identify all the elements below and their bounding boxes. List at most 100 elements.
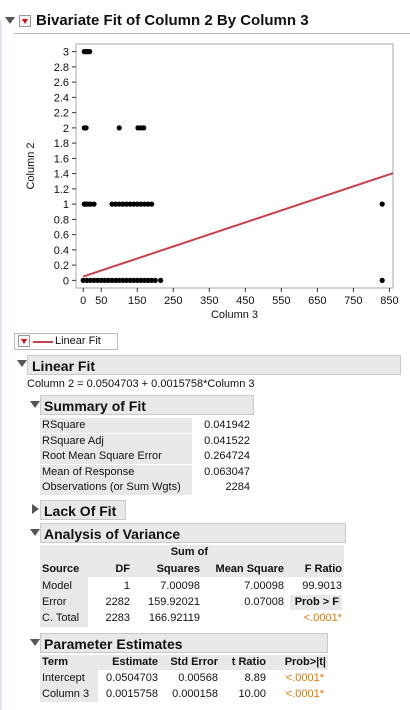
param-t-ratio: 10.00 bbox=[238, 688, 266, 700]
collapse-triangle-icon[interactable] bbox=[5, 17, 15, 24]
x-tick-label: 650 bbox=[308, 295, 326, 307]
y-tick-label: 0.8 bbox=[54, 214, 69, 226]
param-estimate: 0.0015758 bbox=[106, 688, 158, 700]
x-tick-label: 250 bbox=[164, 295, 182, 307]
y-tick-label: 3 bbox=[63, 47, 69, 59]
anova-table: Sum of Source DF Squares Mean Square F Ratio M… bbox=[40, 545, 346, 629]
anova-source: C. Total bbox=[42, 612, 80, 624]
lack-of-fit-expand-icon[interactable] bbox=[32, 504, 39, 514]
param-estimate: 0.0504703 bbox=[106, 672, 158, 684]
data-point bbox=[152, 277, 158, 283]
anova-f: 99.9013 bbox=[302, 580, 342, 592]
anova-df: 2283 bbox=[105, 612, 130, 624]
param-estimates-table: Term Estimate Std Error t Ratio Prob>|t| Inte… bbox=[40, 655, 330, 703]
linear-fit-collapse-icon[interactable] bbox=[17, 360, 27, 367]
summary-label: Root Mean Square Error bbox=[40, 449, 192, 464]
column-header: Term bbox=[42, 656, 69, 668]
summary-row: RSquare 0.041942 bbox=[40, 418, 252, 433]
y-tick-label: 1 bbox=[63, 199, 69, 211]
y-tick-label: 1.6 bbox=[54, 153, 69, 165]
red-triangle-menu-icon[interactable] bbox=[19, 15, 31, 27]
y-tick-label: 0.2 bbox=[54, 260, 69, 272]
y-tick-label: 2 bbox=[63, 123, 69, 135]
param-t-ratio: 8.89 bbox=[244, 672, 266, 684]
summary-label: Mean of Response bbox=[40, 464, 192, 480]
anova-collapse-icon[interactable] bbox=[30, 529, 40, 536]
data-point bbox=[116, 125, 122, 131]
report-title: Bivariate Fit of Column 2 By Column 3 bbox=[36, 12, 309, 29]
y-tick-label: 1.8 bbox=[54, 138, 69, 150]
summary-label: Observations (or Sum Wgts) bbox=[40, 480, 192, 495]
summary-of-fit-header[interactable]: Summary of Fit bbox=[40, 395, 254, 415]
x-tick-label: 850 bbox=[380, 295, 398, 307]
prob-f-label: Prob > F bbox=[290, 595, 342, 610]
y-tick-label: 2.8 bbox=[54, 62, 69, 74]
x-tick-label: 750 bbox=[344, 295, 362, 307]
param-p-value: <.0001* bbox=[285, 688, 324, 700]
linear-fit-menu-icon[interactable] bbox=[18, 335, 30, 347]
y-tick-label: 0 bbox=[63, 275, 69, 287]
window-edge bbox=[0, 20, 2, 710]
param-collapse-icon[interactable] bbox=[30, 639, 40, 646]
param-term: Column 3 bbox=[42, 688, 90, 700]
column-header: Std Error bbox=[170, 656, 218, 668]
column-header: F Ratio bbox=[304, 563, 342, 575]
y-tick-label: 0.6 bbox=[54, 230, 69, 242]
prob-f-value: <.0001* bbox=[303, 612, 342, 624]
summary-row: RSquare Adj 0.041522 bbox=[40, 433, 252, 449]
column-header: Prob>|t| bbox=[284, 656, 326, 668]
lack-of-fit-header[interactable]: Lack Of Fit bbox=[40, 500, 126, 520]
summary-value: 0.041522 bbox=[204, 434, 250, 447]
y-tick-label: 2.6 bbox=[54, 77, 69, 89]
data-point bbox=[141, 125, 147, 131]
anova-ss: 159.92021 bbox=[148, 596, 200, 608]
param-estimates-header[interactable]: Parameter Estimates bbox=[40, 633, 328, 653]
data-point bbox=[379, 201, 385, 207]
anova-ms bbox=[202, 611, 284, 626]
column-header: Mean Square bbox=[215, 563, 284, 575]
x-tick-label: 450 bbox=[236, 295, 254, 307]
summary-row: Root Mean Square Error 0.264724 bbox=[40, 449, 252, 464]
divider bbox=[14, 33, 410, 34]
y-axis-label: Column 2 bbox=[25, 142, 37, 189]
anova-ms: 0.07008 bbox=[244, 596, 284, 608]
x-tick-label: 150 bbox=[128, 295, 146, 307]
x-axis-label: Column 3 bbox=[211, 309, 258, 321]
linear-fit-header[interactable]: Linear Fit bbox=[27, 355, 401, 375]
fit-equation: Column 2 = 0.0504703 + 0.0015758*Column … bbox=[27, 378, 255, 390]
data-point bbox=[379, 277, 385, 283]
data-point bbox=[83, 125, 89, 131]
x-tick-label: 350 bbox=[200, 295, 218, 307]
anova-header[interactable]: Analysis of Variance bbox=[40, 523, 346, 543]
column-header: DF bbox=[115, 563, 130, 575]
summary-value: 0.041942 bbox=[204, 419, 250, 431]
legend-box: Linear Fit bbox=[14, 333, 118, 350]
anova-source: Error bbox=[42, 596, 67, 608]
summary-value: 0.264724 bbox=[204, 450, 250, 462]
data-point bbox=[158, 277, 164, 283]
summary-value: 0.063047 bbox=[204, 465, 250, 478]
summary-collapse-icon[interactable] bbox=[30, 401, 40, 408]
y-tick-label: 2.4 bbox=[54, 92, 69, 104]
summary-row: Observations (or Sum Wgts) 2284 bbox=[40, 480, 252, 495]
data-point bbox=[87, 49, 93, 55]
summary-row: Mean of Response 0.063047 bbox=[40, 464, 252, 480]
x-tick-label: 550 bbox=[272, 295, 290, 307]
anova-ss: 7.00098 bbox=[160, 580, 200, 592]
param-term: Intercept bbox=[42, 672, 85, 684]
anova-ss: 166.92119 bbox=[148, 612, 200, 624]
legend-label: Linear Fit bbox=[55, 335, 101, 347]
anova-ms: 7.00098 bbox=[244, 580, 284, 592]
plot-frame bbox=[75, 43, 394, 289]
param-std-error: 0.00568 bbox=[178, 672, 218, 684]
y-tick-label: 1.2 bbox=[54, 184, 69, 196]
x-tick-label: 50 bbox=[95, 295, 107, 307]
legend-line-swatch bbox=[33, 341, 53, 343]
anova-df: 2282 bbox=[105, 596, 130, 608]
y-tick-label: 0.4 bbox=[54, 245, 69, 257]
data-point bbox=[149, 201, 155, 207]
summary-label: RSquare Adj bbox=[40, 433, 192, 449]
data-point bbox=[91, 201, 97, 207]
column-header: Estimate bbox=[112, 656, 158, 668]
column-header: Source bbox=[42, 563, 80, 575]
